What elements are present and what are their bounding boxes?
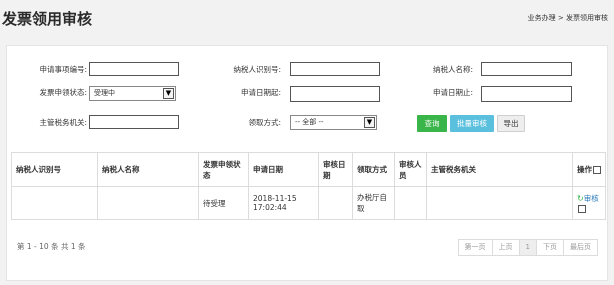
chevron-down-icon[interactable]: ▼ bbox=[163, 88, 174, 99]
pager-info: 第 1 - 10 条 共 1 条 bbox=[17, 242, 86, 251]
date-start-label: 申请日期起: bbox=[240, 88, 281, 97]
column-header: 领取方式 bbox=[352, 152, 395, 187]
app-no-label: 申请事项编号: bbox=[39, 65, 87, 74]
method-select-value: -- 全部 -- bbox=[295, 118, 324, 126]
status-label: 发票申领状态: bbox=[39, 88, 87, 97]
breadcrumb: 业务办理 > 发票领用审核 bbox=[527, 14, 608, 22]
authority-input[interactable] bbox=[89, 115, 179, 129]
date-end-label: 申请日期止: bbox=[432, 88, 473, 97]
chevron-down-icon[interactable]: ▼ bbox=[364, 117, 375, 128]
status-select-value: 受理中 bbox=[94, 89, 115, 97]
cell-taxpayer-name bbox=[97, 186, 199, 220]
pager-prev-button[interactable]: 上页 bbox=[491, 239, 520, 256]
column-header: 纳税人识别号 bbox=[11, 152, 98, 187]
refresh-icon: ↻ bbox=[577, 194, 584, 203]
pager-last-button[interactable]: 最后页 bbox=[563, 239, 598, 256]
pager-first-button[interactable]: 第一页 bbox=[457, 239, 493, 256]
cell-authority bbox=[426, 186, 573, 220]
select-all-checkbox[interactable] bbox=[593, 166, 601, 174]
cell-audit-date bbox=[318, 186, 353, 220]
cell-action: ↻审核 bbox=[572, 186, 606, 220]
taxpayer-name-label: 纳税人名称: bbox=[432, 65, 473, 74]
page-title: 发票领用审核 bbox=[2, 10, 93, 28]
column-header-label: 操作 bbox=[577, 165, 592, 174]
column-header: 发票申领状态 bbox=[198, 152, 249, 187]
pager-current-page[interactable]: 1 bbox=[518, 239, 537, 256]
cell-auditor bbox=[394, 186, 427, 220]
cell-taxpayer-id bbox=[11, 186, 98, 220]
taxpayer-id-input[interactable] bbox=[290, 62, 380, 76]
table-row: 待受理 2018-11-15 17:02:44 办税厅自取 ↻审核 bbox=[11, 186, 606, 220]
app-no-input[interactable] bbox=[89, 62, 179, 76]
export-button[interactable]: 导出 bbox=[497, 115, 525, 132]
method-label: 领取方式: bbox=[248, 118, 281, 127]
cell-apply-date: 2018-11-15 17:02:44 bbox=[248, 186, 319, 220]
authority-label: 主管税务机关: bbox=[39, 118, 87, 127]
row-checkbox[interactable] bbox=[578, 205, 586, 213]
column-header: 审核人员 bbox=[394, 152, 427, 187]
column-header: 纳税人名称 bbox=[97, 152, 199, 187]
cell-method: 办税厅自取 bbox=[352, 186, 395, 220]
taxpayer-name-input[interactable] bbox=[481, 62, 572, 76]
date-start-input[interactable] bbox=[290, 86, 380, 102]
action-column-header: 操作 bbox=[572, 152, 606, 187]
pager-next-button[interactable]: 下页 bbox=[536, 239, 564, 256]
cell-status: 待受理 bbox=[198, 186, 249, 220]
date-end-input[interactable] bbox=[481, 86, 572, 102]
column-header: 申请日期 bbox=[248, 152, 319, 187]
result-table: 纳税人识别号 纳税人名称 发票申领状态 申请日期 审核日期 领取方式 审核人员 … bbox=[11, 152, 606, 220]
main-panel: 申请事项编号: 纳税人识别号: 纳税人名称: 发票申领状态: 受理中 ▼ 申请日… bbox=[6, 45, 608, 281]
status-select[interactable]: 受理中 ▼ bbox=[89, 86, 176, 101]
table-header-row: 纳税人识别号 纳税人名称 发票申领状态 申请日期 审核日期 领取方式 审核人员 … bbox=[11, 152, 606, 187]
query-button[interactable]: 查询 bbox=[417, 115, 447, 132]
pager: 第一页 上页 1 下页 最后页 bbox=[457, 239, 598, 256]
method-select[interactable]: -- 全部 -- ▼ bbox=[290, 115, 377, 130]
column-header: 审核日期 bbox=[318, 152, 353, 187]
page-header: 发票领用审核 业务办理 > 发票领用审核 bbox=[0, 0, 614, 40]
taxpayer-id-label: 纳税人识别号: bbox=[233, 65, 281, 74]
batch-audit-button[interactable]: 批量审核 bbox=[450, 115, 494, 132]
audit-link[interactable]: 审核 bbox=[584, 194, 599, 203]
column-header: 主管税务机关 bbox=[426, 152, 573, 187]
